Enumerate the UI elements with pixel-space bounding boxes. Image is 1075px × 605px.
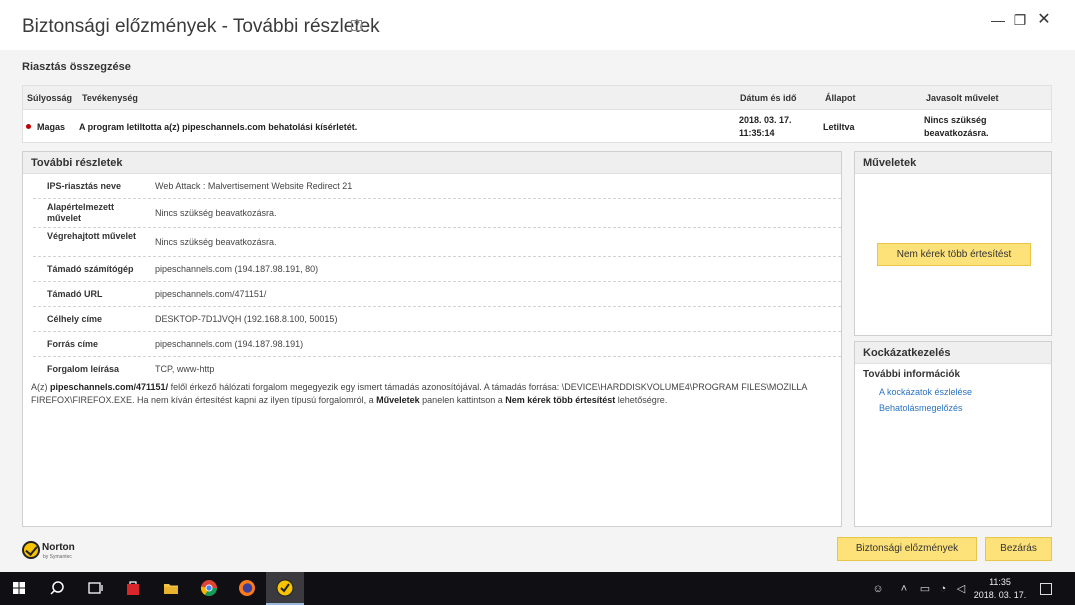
detail-value: pipeschannels.com (194.187.98.191, 80) bbox=[155, 264, 319, 274]
risk-detection-link[interactable]: A kockázatok észlelése bbox=[879, 387, 972, 397]
activity-value: A program letiltotta a(z) pipeschannels.… bbox=[79, 122, 358, 132]
norton-brand: Norton bbox=[42, 542, 75, 553]
action-value-line2: beavatkozásra. bbox=[924, 128, 989, 138]
detail-label: Támadó URL bbox=[47, 289, 103, 299]
severity-value: Magas bbox=[37, 122, 66, 132]
search-icon bbox=[50, 581, 64, 595]
detail-row: Célhely címe DESKTOP-7D1JVQH (192.168.8.… bbox=[33, 307, 841, 332]
norton-brand-sub: by Symantec bbox=[43, 554, 72, 560]
col-recommended-action[interactable]: Javasolt művelet bbox=[926, 93, 999, 103]
col-activity[interactable]: Tevékenység bbox=[82, 93, 138, 103]
chrome-icon bbox=[200, 580, 217, 597]
network-icon[interactable]: ◔ bbox=[936, 582, 950, 596]
security-history-button[interactable]: Biztonsági előzmények bbox=[837, 537, 977, 561]
norton-check-icon bbox=[22, 541, 40, 559]
task-view-icon bbox=[88, 582, 103, 594]
more-info-heading: További információk bbox=[863, 369, 961, 380]
window-titlebar: Biztonsági előzmények - További részlete… bbox=[0, 0, 1075, 50]
shopping-bag-icon bbox=[127, 581, 139, 595]
detail-value: Nincs szükség beavatkozásra. bbox=[155, 237, 277, 247]
intrusion-prevention-link[interactable]: Behatolásmegelőzés bbox=[879, 403, 963, 413]
detail-label: Alapértelmezett művelet bbox=[47, 202, 115, 223]
volume-icon[interactable]: ◁ bbox=[954, 582, 968, 596]
clock-time: 11:35 bbox=[989, 577, 1011, 587]
details-panel-header: További részletek bbox=[23, 152, 841, 174]
taskbar-clock[interactable]: 11:35 2018. 03. 17. bbox=[970, 576, 1030, 602]
search-button[interactable] bbox=[38, 572, 76, 605]
alert-description: A(z) pipeschannels.com/471151/ felől érk… bbox=[31, 382, 807, 405]
detail-label: Támadó számítógép bbox=[47, 264, 134, 274]
task-view-button[interactable] bbox=[76, 572, 114, 605]
action-value-line1: Nincs szükség bbox=[924, 115, 987, 125]
chevron-up-icon[interactable]: ˄ bbox=[897, 582, 911, 596]
windows-icon bbox=[13, 582, 25, 594]
actions-panel-header: Műveletek bbox=[855, 152, 1051, 174]
taskbar: ☺ ˄ ▭ ◔ ◁ 11:35 2018. 03. 17. bbox=[0, 572, 1075, 605]
maximize-button[interactable]: ❐ bbox=[1010, 11, 1030, 29]
detail-label: IPS-riasztás neve bbox=[47, 181, 122, 191]
detail-row: Támadó számítógép pipeschannels.com (194… bbox=[33, 257, 841, 282]
detail-row: Alapértelmezett művelet Nincs szükség be… bbox=[33, 199, 841, 228]
detail-row: Támadó URL pipeschannels.com/471151/ bbox=[33, 282, 841, 307]
taskbar-chrome[interactable] bbox=[190, 572, 228, 605]
main-content: Riasztás összegzése Súlyosság Tevékenysé… bbox=[0, 50, 1075, 572]
summary-table: Súlyosság Tevékenység Dátum és idő Állap… bbox=[22, 85, 1052, 143]
taskbar-file-explorer[interactable] bbox=[152, 572, 190, 605]
close-window-button[interactable]: ✕ bbox=[1034, 11, 1054, 29]
taskbar-norton[interactable] bbox=[266, 572, 304, 605]
status-value: Letiltva bbox=[823, 122, 855, 132]
risk-panel: Kockázatkezelés További információk A ko… bbox=[854, 341, 1052, 527]
taskbar-firefox[interactable] bbox=[228, 572, 266, 605]
battery-icon[interactable]: ▭ bbox=[918, 582, 932, 596]
window-title: Biztonsági előzmények - További részlete… bbox=[22, 16, 380, 37]
detail-value: TCP, www-http bbox=[155, 364, 215, 374]
detail-value: DESKTOP-7D1JVQH (192.168.8.100, 50015) bbox=[155, 314, 338, 324]
detail-label: Végrehajtott művelet bbox=[47, 231, 137, 241]
detail-row: Forgalom leírása TCP, www-http bbox=[33, 357, 841, 379]
detail-value: pipeschannels.com/471151/ bbox=[155, 289, 267, 299]
people-icon[interactable]: ☺ bbox=[871, 582, 885, 596]
summary-heading: Riasztás összegzése bbox=[22, 61, 131, 73]
actions-heading: Műveletek bbox=[863, 157, 917, 169]
detail-value: Nincs szükség beavatkozásra. bbox=[155, 208, 277, 218]
folder-icon bbox=[164, 584, 178, 594]
detail-label: Forrás címe bbox=[47, 339, 99, 349]
detail-value: Web Attack : Malvertisement Website Redi… bbox=[155, 181, 353, 191]
detail-label: Célhely címe bbox=[47, 314, 103, 324]
details-heading: További részletek bbox=[31, 157, 123, 169]
notifications-icon[interactable] bbox=[1040, 583, 1052, 595]
col-datetime[interactable]: Dátum és idő bbox=[740, 93, 797, 103]
detail-label: Forgalom leírása bbox=[47, 364, 120, 374]
detail-row: Forrás címe pipeschannels.com (194.187.9… bbox=[33, 332, 841, 357]
date-value: 2018. 03. 17. bbox=[739, 115, 792, 125]
risk-heading: Kockázatkezelés bbox=[863, 347, 951, 359]
detail-row: IPS-riasztás neve Web Attack : Malvertis… bbox=[33, 174, 841, 199]
norton-icon bbox=[276, 579, 294, 597]
summary-table-header: Súlyosság Tevékenység Dátum és idő Állap… bbox=[23, 86, 1051, 110]
risk-panel-header: Kockázatkezelés bbox=[855, 342, 1051, 364]
detail-row: Végrehajtott művelet Nincs szükség beava… bbox=[33, 228, 841, 257]
start-button[interactable] bbox=[0, 572, 38, 605]
time-value: 11:35:14 bbox=[739, 128, 775, 138]
close-button[interactable]: Bezárás bbox=[985, 537, 1052, 561]
severity-high-icon bbox=[26, 124, 31, 129]
col-status[interactable]: Állapot bbox=[825, 93, 856, 103]
firefox-icon bbox=[239, 580, 255, 596]
taskbar-app-store[interactable] bbox=[114, 572, 152, 605]
minimize-button[interactable]: — bbox=[988, 11, 1008, 29]
details-panel: További részletek IPS-riasztás neve Web … bbox=[22, 151, 842, 527]
help-icon[interactable]: ? bbox=[351, 20, 362, 31]
norton-logo: Norton by Symantec bbox=[22, 539, 82, 563]
detail-value: pipeschannels.com (194.187.98.191) bbox=[155, 339, 304, 349]
clock-date: 2018. 03. 17. bbox=[973, 590, 1027, 600]
col-severity[interactable]: Súlyosság bbox=[27, 93, 72, 103]
actions-panel: Műveletek Nem kérek több értesítést bbox=[854, 151, 1052, 336]
no-more-notifications-button[interactable]: Nem kérek több értesítést bbox=[877, 243, 1031, 266]
